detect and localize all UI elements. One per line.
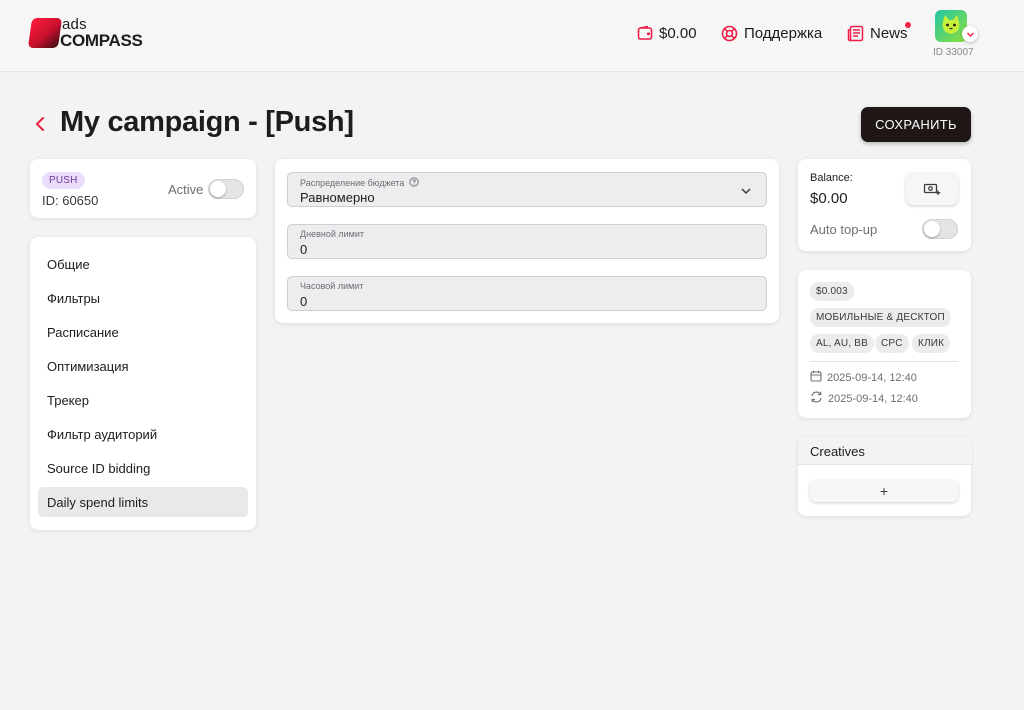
header-news-link[interactable]: News xyxy=(847,22,908,44)
event-chip: КЛИК xyxy=(912,334,951,353)
newspaper-icon xyxy=(847,25,864,42)
top-up-button[interactable] xyxy=(906,173,958,205)
nav-item-general[interactable]: Общие xyxy=(38,249,248,279)
header-support-link[interactable]: Поддержка xyxy=(721,22,822,44)
logo-mark xyxy=(27,18,63,48)
creatives-card: Creatives + xyxy=(798,437,972,516)
updated-date-row: 2025-09-14, 12:40 xyxy=(810,391,918,406)
creatives-title: Creatives xyxy=(810,444,865,459)
nav-item-tracker[interactable]: Трекер xyxy=(38,385,248,415)
daily-limit-field[interactable]: Дневной лимит 0 xyxy=(287,224,767,259)
budget-distribution-value: Равномерно xyxy=(300,190,375,205)
budget-distribution-select[interactable]: Распределение бюджета Равномерно xyxy=(287,172,767,207)
nav-item-filters[interactable]: Фильтры xyxy=(38,283,248,313)
user-id: ID 33007 xyxy=(933,47,974,58)
chevron-down-icon xyxy=(966,32,974,37)
daily-limit-label: Дневной лимит xyxy=(300,229,364,239)
logo-compass-text: COMPASS xyxy=(60,31,143,50)
refresh-icon xyxy=(810,391,823,406)
calendar-icon xyxy=(810,370,822,385)
header-balance[interactable]: $0.00 xyxy=(637,22,697,44)
nav-item-daily-spend-limits[interactable]: Daily spend limits xyxy=(38,487,248,517)
hourly-limit-value: 0 xyxy=(300,294,308,309)
help-icon[interactable] xyxy=(409,177,419,189)
header-support-label: Поддержка xyxy=(744,24,823,42)
back-button[interactable] xyxy=(32,114,50,134)
campaign-info-card: PUSH ID: 60650 Active xyxy=(30,159,256,218)
daily-limit-value: 0 xyxy=(300,242,308,257)
geo-chip: AL, AU, BB xyxy=(810,334,875,353)
created-date-row: 2025-09-14, 12:40 xyxy=(810,370,917,385)
campaign-summary-card: $0.003 МОБИЛЬНЫЕ & ДЕСКТОП AL, AU, BB CP… xyxy=(798,270,971,418)
hourly-limit-field[interactable]: Часовой лимит 0 xyxy=(287,276,767,311)
header-balance-value: $0.00 xyxy=(659,24,697,42)
top-header: ads COMPASS $0.00 Поддержка News ID 3300… xyxy=(0,0,1024,72)
campaign-id: ID: 60650 xyxy=(42,193,99,208)
balance-card: Balance: $0.00 Auto top-up xyxy=(798,159,971,251)
chevron-left-icon xyxy=(36,117,44,131)
nav-item-schedule[interactable]: Расписание xyxy=(38,317,248,347)
auto-topup-toggle[interactable] xyxy=(922,219,958,239)
nav-item-source-id-bidding[interactable]: Source ID bidding xyxy=(38,453,248,483)
balance-label: Balance: xyxy=(810,172,853,184)
budget-distribution-label: Распределение бюджета xyxy=(300,178,405,188)
pricing-model-chip: CPC xyxy=(875,334,909,353)
device-chip: МОБИЛЬНЫЕ & ДЕСКТОП xyxy=(810,308,951,327)
save-button[interactable]: СОХРАНИТЬ xyxy=(861,107,971,142)
active-label: Active xyxy=(168,182,204,197)
updated-date: 2025-09-14, 12:40 xyxy=(828,392,918,405)
created-date: 2025-09-14, 12:40 xyxy=(827,371,917,384)
summary-divider xyxy=(810,361,958,362)
news-unread-dot xyxy=(905,22,911,28)
creatives-header: Creatives xyxy=(798,437,972,465)
price-chip: $0.003 xyxy=(810,282,854,301)
add-creative-button[interactable]: + xyxy=(810,480,958,502)
budget-distribution-label-row: Распределение бюджета xyxy=(300,177,419,189)
account-menu-toggle[interactable] xyxy=(962,26,978,42)
chevron-down-icon xyxy=(740,184,752,202)
nav-item-optimization[interactable]: Оптимизация xyxy=(38,351,248,381)
header-news-label: News xyxy=(870,24,908,42)
cash-plus-icon xyxy=(923,183,941,195)
settings-nav: Общие Фильтры Расписание Оптимизация Тре… xyxy=(30,237,256,530)
campaign-type-badge: PUSH xyxy=(42,172,85,189)
adscompass-logo[interactable]: ads COMPASS xyxy=(27,16,143,50)
auto-topup-label: Auto top-up xyxy=(810,222,878,237)
balance-value: $0.00 xyxy=(810,190,848,207)
active-toggle[interactable] xyxy=(208,179,244,199)
wallet-icon xyxy=(637,25,653,41)
budget-form-card: Распределение бюджета Равномерно Дневной… xyxy=(275,159,779,323)
hourly-limit-label: Часовой лимит xyxy=(300,281,364,291)
page-title: My campaign - [Push] xyxy=(60,106,354,138)
lifebuoy-icon xyxy=(721,25,738,42)
nav-item-audience-filter[interactable]: Фильтр аудиторий xyxy=(38,419,248,449)
